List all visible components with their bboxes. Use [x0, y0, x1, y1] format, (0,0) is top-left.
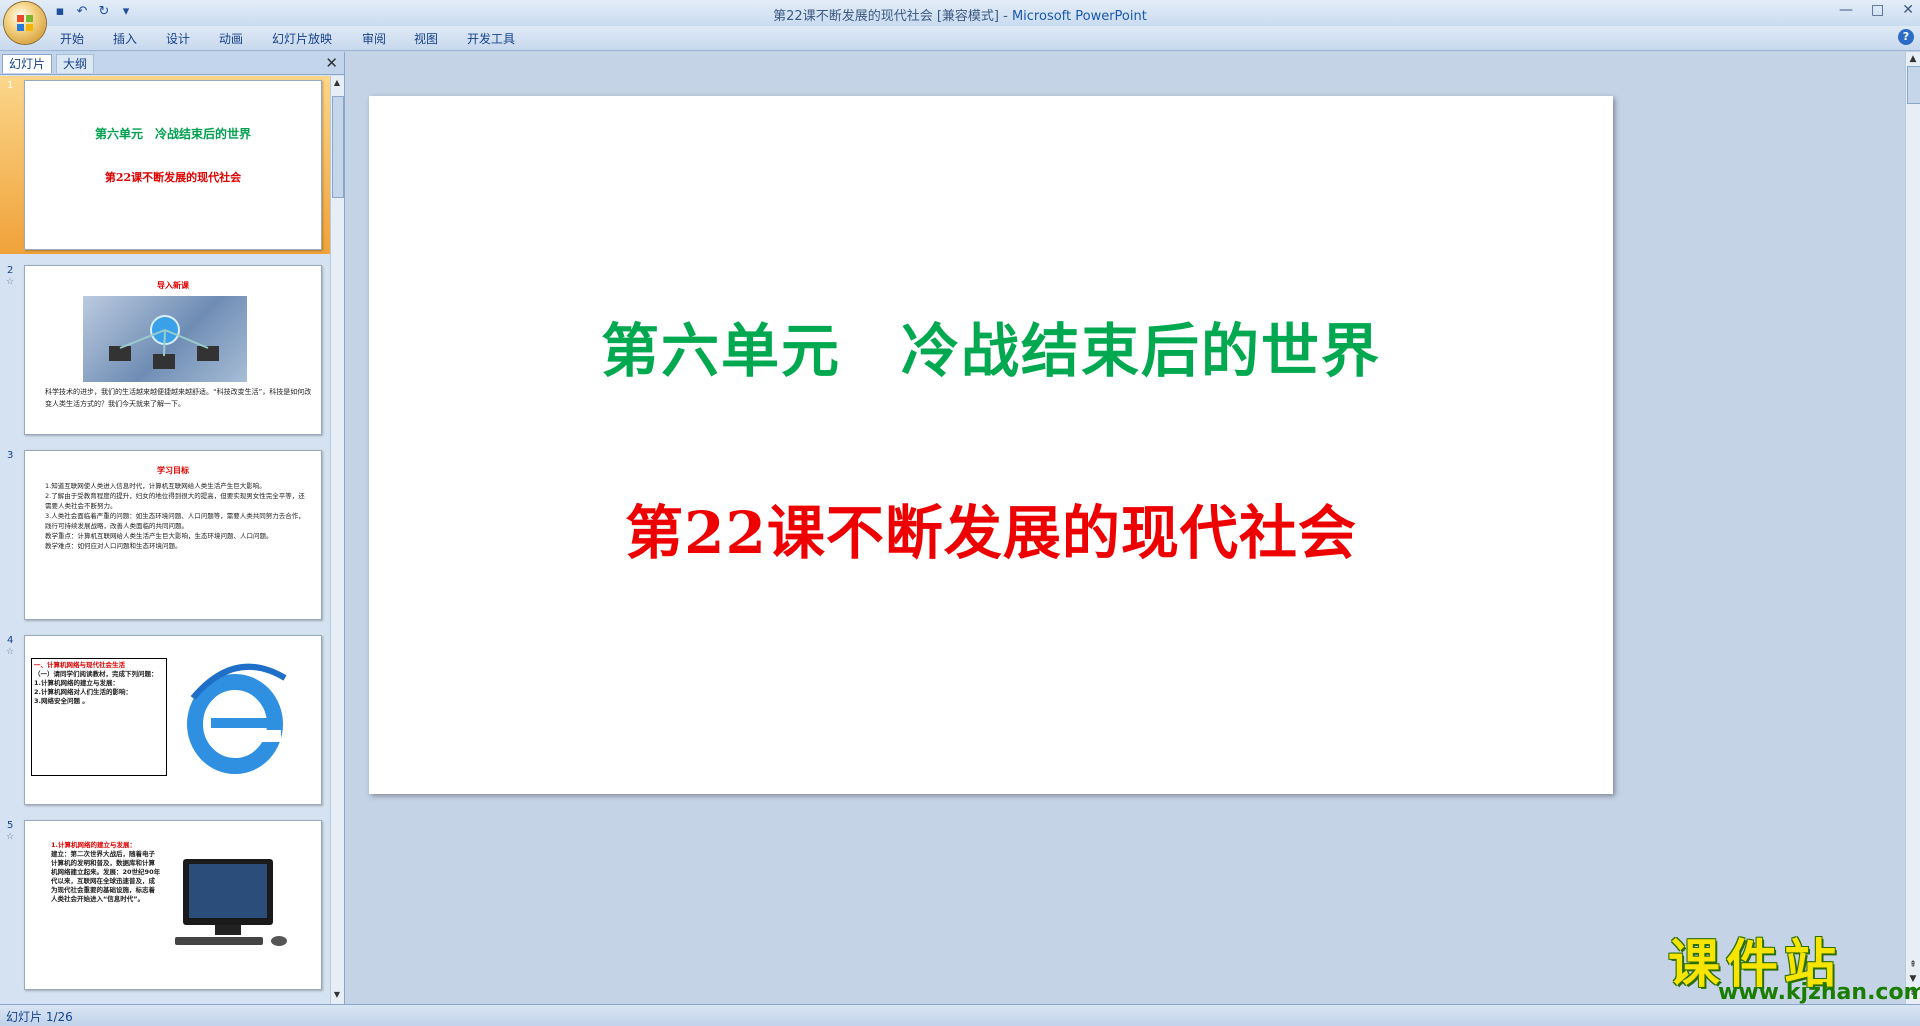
thumb-line: 1.计算机网络的建立与发展： — [34, 679, 119, 687]
slide-number: 1 — [7, 80, 14, 91]
close-button[interactable]: ✕ — [1902, 2, 1914, 18]
slide-title[interactable]: 第六单元 冷战结束后的世界 — [369, 304, 1613, 388]
main-scrollbar[interactable]: ▲ ⇞ ▼ ⇟ — [1905, 52, 1920, 1004]
document-title: 第22课不断发展的现代社会 [兼容模式] — [773, 9, 999, 24]
thumb-heading: 1.计算机网络的建立与发展： — [51, 841, 136, 849]
thumb-heading: 导入新课 — [157, 281, 189, 290]
thumb-body-text: 1.计算机网络的建立与发展： 建立：第二次世界大战后，随着电子计算机的发明和普及… — [51, 841, 161, 904]
thumbnail-scrollbar[interactable]: ▲ ▼ — [330, 76, 344, 1004]
prev-slide-icon[interactable]: ⇞ — [1907, 960, 1919, 970]
slide-editing-area: 第六单元 冷战结束后的世界 第22课不断发展的现代社会 — [345, 52, 1905, 1004]
tab-slide-show[interactable]: 幻灯片放映 — [272, 30, 332, 47]
internet-explorer-logo-icon — [187, 663, 287, 774]
thumb-line: 一、计算机网络与现代社会生活 — [34, 661, 125, 669]
maximize-button[interactable]: □ — [1871, 2, 1884, 18]
slide-number: 3 — [7, 450, 14, 461]
help-icon[interactable]: ? — [1898, 29, 1914, 45]
app-name: Microsoft PowerPoint — [1011, 9, 1147, 24]
site-watermark: 课件站 www.kjzhan.com — [1668, 922, 1920, 1006]
minimize-button[interactable]: — — [1839, 2, 1853, 18]
slide-thumbnail-1[interactable]: 1 第六单元 冷战结束后的世界 第22课不断发展的现代社会 — [0, 76, 330, 254]
tab-slides[interactable]: 幻灯片 — [2, 54, 53, 73]
slide-thumbnail-5[interactable]: 5 ☆ 1.计算机网络的建立与发展： 建立：第二次世界大战后，随着电子计算机的发… — [0, 816, 330, 994]
office-button[interactable] — [4, 2, 46, 44]
office-logo-icon — [17, 15, 33, 31]
panel-tab-bar: 幻灯片 大纲 ✕ — [0, 52, 344, 75]
thumb-text-box: 一、计算机网络与现代社会生活 （一）请同学们阅读教材，完成下列问题： 1.计算机… — [31, 658, 167, 776]
slide-preview: 一、计算机网络与现代社会生活 （一）请同学们阅读教材，完成下列问题： 1.计算机… — [24, 635, 322, 805]
slides-panel: 幻灯片 大纲 ✕ 1 第六单元 冷战结束后的世界 第22课不断发展的现代社会 2… — [0, 52, 345, 1004]
current-slide[interactable]: 第六单元 冷战结束后的世界 第22课不断发展的现代社会 — [369, 96, 1613, 794]
title-bar: ▪ ↶ ↻ ▾ 第22课不断发展的现代社会 [兼容模式] - Microsoft… — [0, 0, 1920, 26]
tab-animations[interactable]: 动画 — [219, 30, 243, 47]
scrollbar-thumb[interactable] — [332, 96, 344, 198]
thumb-body-text: 1.知道互联网使人类进入信息时代，计算机互联网给人类生活产生巨大影响。 2.了解… — [45, 482, 305, 550]
slide-thumbnail-2[interactable]: 2 ☆ 导入新课 科学技术的进步，我们的生活越来越便捷越来越舒适。“科技改变生活 — [0, 261, 330, 439]
tab-outline[interactable]: 大纲 — [56, 54, 95, 73]
slide-subtitle[interactable]: 第22课不断发展的现代社会 — [369, 486, 1613, 570]
desktop-computer-image — [175, 859, 287, 946]
thumb-line: （一）请同学们阅读教材，完成下列问题： — [34, 670, 158, 678]
tab-view[interactable]: 视图 — [414, 30, 438, 47]
slide-number: 5 — [7, 820, 14, 831]
scroll-down-icon[interactable]: ▼ — [332, 990, 342, 1002]
thumb-heading: 学习目标 — [157, 466, 189, 475]
slide-counter: 幻灯片 1/26 — [6, 1010, 73, 1024]
thumb-line: 建立：第二次世界大战后，随着电子计算机的发明和普及，数据库和计算机网络建立起来。… — [51, 850, 161, 903]
panel-close-icon[interactable]: ✕ — [325, 54, 338, 72]
slide-preview: 学习目标 1.知道互联网使人类进入信息时代，计算机互联网给人类生活产生巨大影响。… — [24, 450, 322, 620]
status-bar: 幻灯片 1/26 — [0, 1004, 1920, 1026]
slide-number: 4 — [7, 635, 14, 646]
slide-thumbnail-4[interactable]: 4 ☆ 一、计算机网络与现代社会生活 （一）请同学们阅读教材，完成下列问题： 1… — [0, 631, 330, 809]
slide-preview: 导入新课 科学技术的进步，我们的生活越来越便捷越来越舒适。“科技改变生活”，科技… — [24, 265, 322, 435]
thumb-body-text: 科学技术的进步，我们的生活越来越便捷越来越舒适。“科技改变生活”，科技是如何改变… — [45, 388, 312, 408]
animation-star-icon: ☆ — [6, 832, 15, 842]
thumb-title: 第六单元 冷战结束后的世界 — [94, 127, 251, 141]
scrollbar-thumb[interactable] — [1907, 66, 1920, 104]
tab-developer[interactable]: 开发工具 — [467, 30, 515, 47]
animation-star-icon: ☆ — [6, 647, 15, 657]
slide-number: 2 — [7, 265, 14, 276]
scroll-up-icon[interactable]: ▲ — [1907, 54, 1919, 64]
tab-home[interactable]: 开始 — [60, 30, 84, 47]
slide-preview: 第六单元 冷战结束后的世界 第22课不断发展的现代社会 — [24, 80, 322, 250]
watermark-url: www.kjzhan.com — [1718, 980, 1920, 1005]
tab-design[interactable]: 设计 — [166, 30, 190, 47]
ribbon-tab-bar: 开始 插入 设计 动画 幻灯片放映 审阅 视图 开发工具 — [0, 26, 1920, 51]
tab-review[interactable]: 审阅 — [362, 30, 386, 47]
window-title: 第22课不断发展的现代社会 [兼容模式] - Microsoft PowerPo… — [773, 9, 1147, 24]
thumb-subtitle: 第22课不断发展的现代社会 — [104, 171, 242, 184]
slide-preview: 1.计算机网络的建立与发展： 建立：第二次世界大战后，随着电子计算机的发明和普及… — [24, 820, 322, 990]
window-controls: — □ ✕ — [1839, 2, 1914, 18]
thumb-line: 2.计算机网络对人们生活的影响： — [34, 688, 132, 696]
slide-thumbnail-list: 1 第六单元 冷战结束后的世界 第22课不断发展的现代社会 2 ☆ 导入新课 科… — [0, 76, 330, 1004]
thumb-line: 3.网络安全问题 。 — [34, 697, 89, 705]
slide-thumbnail-3[interactable]: 3 学习目标 1.知道互联网使人类进入信息时代，计算机互联网给人类生活产生巨大影… — [0, 446, 330, 624]
network-globe-image — [83, 296, 247, 382]
tab-insert[interactable]: 插入 — [113, 30, 137, 47]
scroll-up-icon[interactable]: ▲ — [332, 78, 342, 90]
animation-star-icon: ☆ — [6, 277, 15, 287]
